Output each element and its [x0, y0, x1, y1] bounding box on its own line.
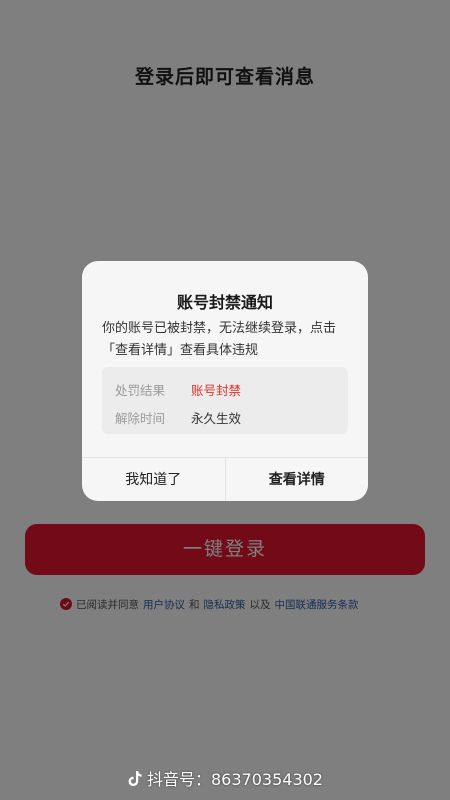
douyin-watermark: 抖音号：86370354302	[0, 766, 450, 790]
penalty-info-box: 处罚结果 账号封禁 解除时间 永久生效	[102, 367, 348, 434]
dialog-actions: 我知道了 查看详情	[82, 457, 368, 501]
penalty-result-label: 处罚结果	[115, 383, 166, 398]
dismiss-button[interactable]: 我知道了	[82, 458, 225, 501]
release-time-value: 永久生效	[191, 411, 242, 426]
login-screen: 登录后即可查看消息 一键登录 已阅读并同意 用户协议 和 隐私政策 以及 中国联…	[0, 0, 450, 800]
dialog-message: 你的账号已被封禁，无法继续登录，点击「查看详情」查看具体违规	[102, 321, 337, 358]
release-time-row: 解除时间 永久生效	[115, 408, 241, 427]
tiktok-icon	[127, 770, 143, 787]
watermark-text: 抖音号：86370354302	[147, 770, 323, 789]
dialog-title: 账号封禁通知	[176, 293, 273, 312]
view-details-button[interactable]: 查看详情	[226, 458, 369, 501]
penalty-result-row: 处罚结果 账号封禁	[115, 380, 241, 399]
penalty-result-value: 账号封禁	[191, 383, 242, 398]
ban-notice-dialog: 账号封禁通知 你的账号已被封禁，无法继续登录，点击「查看详情」查看具体违规 处罚…	[82, 261, 368, 501]
release-time-label: 解除时间	[115, 411, 166, 426]
